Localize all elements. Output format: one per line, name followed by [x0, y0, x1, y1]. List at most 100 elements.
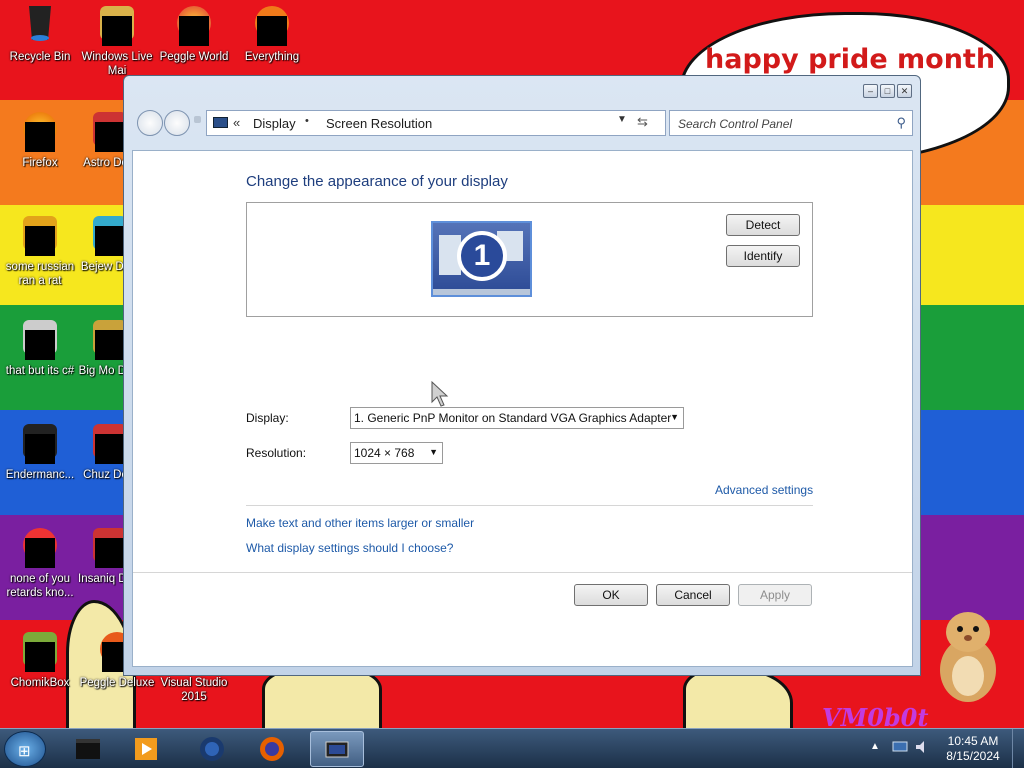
desktop-icon-everything[interactable]: Everything — [232, 6, 312, 64]
recent-pages-button[interactable] — [194, 116, 201, 123]
desktop-icon-none-of-you[interactable]: none of you retards kno... — [0, 528, 80, 600]
address-bar[interactable]: « Display • Screen Resolution ▼ ⇆ — [206, 110, 666, 136]
divider — [246, 505, 813, 506]
desktop-icon-windows-live-mail[interactable]: Windows Live Mai — [77, 6, 157, 78]
redaction-block — [179, 16, 209, 46]
refresh-icon[interactable]: ⇆ — [637, 114, 648, 130]
identify-button[interactable]: Identify — [726, 245, 800, 267]
resolution-select-value: 1024 × 768 — [354, 446, 415, 460]
desktop-icon-label: Peggle Deluxe — [79, 677, 155, 689]
desktop-icon-label: Everything — [244, 51, 300, 63]
desktop-icon-endermanch[interactable]: Endermanc... — [0, 424, 80, 482]
taskbar-item-firefox[interactable] — [246, 731, 300, 767]
display-help-link[interactable]: What display settings should I choose? — [246, 541, 453, 555]
apply-button: Apply — [738, 584, 812, 606]
network-icon[interactable] — [892, 740, 908, 754]
content-pane: Change the appearance of your display 1 … — [132, 150, 913, 667]
mouse-cursor-icon — [431, 380, 449, 407]
background-drawing-middle — [262, 668, 382, 728]
taskbar: ⊞ ▲ 10:45 AM 8/15/2024 — [0, 728, 1024, 768]
desktop-icon-recycle-bin[interactable]: Recycle Bin — [0, 6, 80, 64]
terminal-icon — [76, 739, 100, 759]
desktop-icon-russian-rat[interactable]: some russian ran a rat — [0, 216, 80, 288]
desktop-icon-label: Firefox — [22, 157, 58, 169]
desktop-icon-label: some russian ran a rat — [5, 261, 75, 287]
breadcrumb-overflow-chevron[interactable]: « — [233, 115, 240, 130]
navigation-bar: « Display • Screen Resolution ▼ ⇆ Search… — [133, 106, 913, 140]
redaction-block — [25, 642, 55, 672]
taskbar-item-media-center[interactable] — [186, 731, 240, 767]
screen-resolution-window: – □ ✕ « Display • Screen Resolution ▼ ⇆ … — [123, 75, 921, 676]
desktop-icon-firefox[interactable]: Firefox — [0, 112, 80, 170]
breadcrumb-separator[interactable]: • — [305, 115, 309, 127]
redaction-block — [95, 226, 125, 256]
search-icon[interactable]: ⚲ — [896, 115, 906, 131]
speech-bubble-text: happy pride month — [705, 44, 996, 75]
resolution-select[interactable]: 1024 × 768 ▼ — [350, 442, 443, 464]
divider — [133, 572, 912, 573]
page-title: Change the appearance of your display — [246, 173, 508, 190]
resolution-label: Resolution: — [246, 446, 307, 460]
media-player-icon — [135, 738, 157, 760]
desktop-icon-peggle-world[interactable]: Peggle World — [154, 6, 234, 64]
display-select-value: 1. Generic PnP Monitor on Standard VGA G… — [354, 411, 672, 425]
desktop-icon-label: that but its c# — [5, 365, 75, 377]
maximize-button[interactable]: □ — [880, 84, 895, 98]
hamster-image — [940, 612, 996, 702]
desktop-icon-label: Visual Studio 2015 — [160, 677, 228, 703]
clock-time: 10:45 AM — [947, 734, 999, 748]
windows-media-center-icon — [200, 737, 224, 761]
chevron-down-icon: ▼ — [670, 412, 679, 422]
cancel-button[interactable]: Cancel — [656, 584, 730, 606]
redaction-block — [95, 122, 125, 152]
monitor-preview-area: 1 Detect Identify — [246, 202, 813, 317]
display-settings-icon — [325, 741, 349, 758]
advanced-settings-link[interactable]: Advanced settings — [715, 483, 813, 497]
redaction-block — [257, 16, 287, 46]
show-desktop-button[interactable] — [1012, 729, 1024, 768]
taskbar-item-terminal[interactable] — [62, 731, 116, 767]
redaction-block — [25, 122, 55, 152]
breadcrumb-display[interactable]: Display — [253, 116, 296, 131]
monitor-icon — [213, 117, 228, 128]
show-hidden-icons-icon[interactable]: ▲ — [870, 741, 880, 752]
desktop-icon-label: Recycle Bin — [9, 51, 71, 63]
desktop-icon-chomikbox[interactable]: ChomikBox — [0, 632, 80, 690]
desktop-icon-label: Endermanc... — [5, 469, 75, 481]
start-button[interactable]: ⊞ — [4, 731, 46, 767]
monitor-number: 1 — [457, 231, 507, 281]
text-size-link[interactable]: Make text and other items larger or smal… — [246, 516, 474, 530]
background-drawing-right — [683, 668, 793, 728]
desktop-icon-c-sharp[interactable]: that but its c# — [0, 320, 80, 378]
redaction-block — [95, 434, 125, 464]
display-select[interactable]: 1. Generic PnP Monitor on Standard VGA G… — [350, 407, 684, 429]
redaction-block — [95, 538, 125, 568]
volume-icon[interactable] — [914, 740, 930, 754]
search-placeholder: Search Control Panel — [678, 117, 793, 131]
redaction-block — [102, 16, 132, 46]
corner-scrawl: VM0b0t — [822, 703, 929, 728]
address-history-dropdown-icon[interactable]: ▼ — [617, 114, 627, 125]
chevron-down-icon: ▼ — [429, 447, 438, 457]
close-button[interactable]: ✕ — [897, 84, 912, 98]
detect-button[interactable]: Detect — [726, 214, 800, 236]
redaction-block — [25, 226, 55, 256]
redaction-block — [95, 330, 125, 360]
system-clock[interactable]: 10:45 AM 8/15/2024 — [940, 734, 1006, 764]
desktop-icon-label: ChomikBox — [10, 677, 70, 689]
search-input[interactable]: Search Control Panel ⚲ — [669, 110, 913, 136]
desktop-icon-label: Peggle World — [159, 51, 229, 63]
redaction-block — [25, 538, 55, 568]
breadcrumb-screen-resolution[interactable]: Screen Resolution — [326, 116, 432, 131]
forward-button[interactable] — [164, 110, 190, 136]
clock-date: 8/15/2024 — [946, 749, 1000, 763]
taskbar-item-media-player[interactable] — [120, 731, 174, 767]
back-button[interactable] — [137, 110, 163, 136]
ok-button[interactable]: OK — [574, 584, 648, 606]
display-label: Display: — [246, 411, 289, 425]
minimize-button[interactable]: – — [863, 84, 878, 98]
desktop-icon-label: Windows Live Mai — [81, 51, 153, 77]
monitor-1-icon[interactable]: 1 — [431, 221, 532, 297]
taskbar-item-display-settings[interactable] — [310, 731, 364, 767]
redaction-block — [25, 434, 55, 464]
